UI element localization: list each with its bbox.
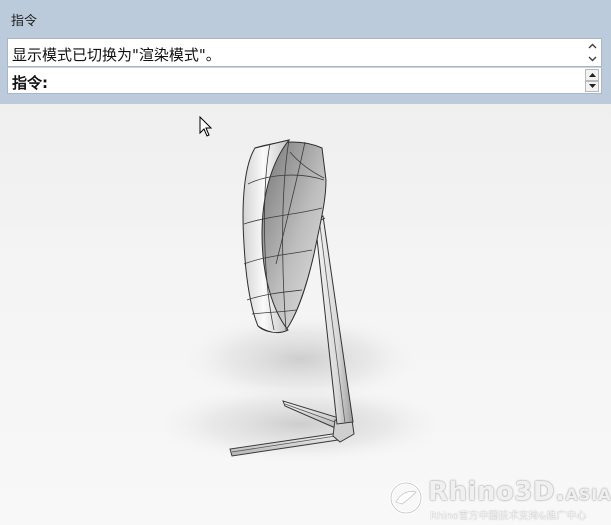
chevron-up-icon bbox=[588, 43, 596, 49]
watermark-brand-suffix: ASIA bbox=[565, 485, 611, 504]
next-command-button[interactable] bbox=[585, 80, 599, 92]
command-history-text: 显示模式已切换为"渲染模式"。 bbox=[12, 46, 221, 64]
floor-shadow-base bbox=[150, 384, 450, 464]
command-prompt: 指令: bbox=[7, 67, 602, 94]
command-history-spinner[interactable] bbox=[585, 69, 599, 92]
watermark-brand-main: Rhino3D. bbox=[428, 477, 566, 507]
watermark-subtitle: Rhino官方中国技术支持&推广中心 bbox=[430, 511, 587, 522]
monitor-shell bbox=[242, 139, 327, 334]
watermark-brand: Rhino3D.ASIA bbox=[428, 477, 611, 507]
rendered-scene bbox=[150, 139, 450, 464]
previous-command-button[interactable] bbox=[585, 69, 599, 81]
history-scroll-spinner[interactable] bbox=[585, 40, 599, 65]
mouse-cursor-icon bbox=[199, 116, 213, 137]
history-scroll-up-button[interactable] bbox=[585, 40, 599, 53]
history-scroll-down-button[interactable] bbox=[585, 53, 599, 66]
chevron-down-icon bbox=[588, 56, 596, 62]
rhino-logo-icon bbox=[389, 481, 423, 515]
triangle-up-icon bbox=[588, 72, 596, 77]
triangle-down-icon bbox=[588, 84, 596, 89]
command-panel-title: 指令 bbox=[11, 14, 38, 29]
perspective-viewport[interactable]: Rhino3D.ASIA Rhino官方中国技术支持&推广中心 bbox=[0, 104, 611, 525]
command-panel: 指令 显示模式已切换为"渲染模式"。 指令: bbox=[0, 0, 611, 104]
command-prompt-label: 指令: bbox=[12, 74, 48, 92]
command-input[interactable] bbox=[54, 71, 574, 91]
command-history[interactable]: 显示模式已切换为"渲染模式"。 bbox=[7, 38, 602, 67]
rhino3d-asia-watermark: Rhino3D.ASIA Rhino官方中国技术支持&推广中心 bbox=[388, 476, 611, 522]
